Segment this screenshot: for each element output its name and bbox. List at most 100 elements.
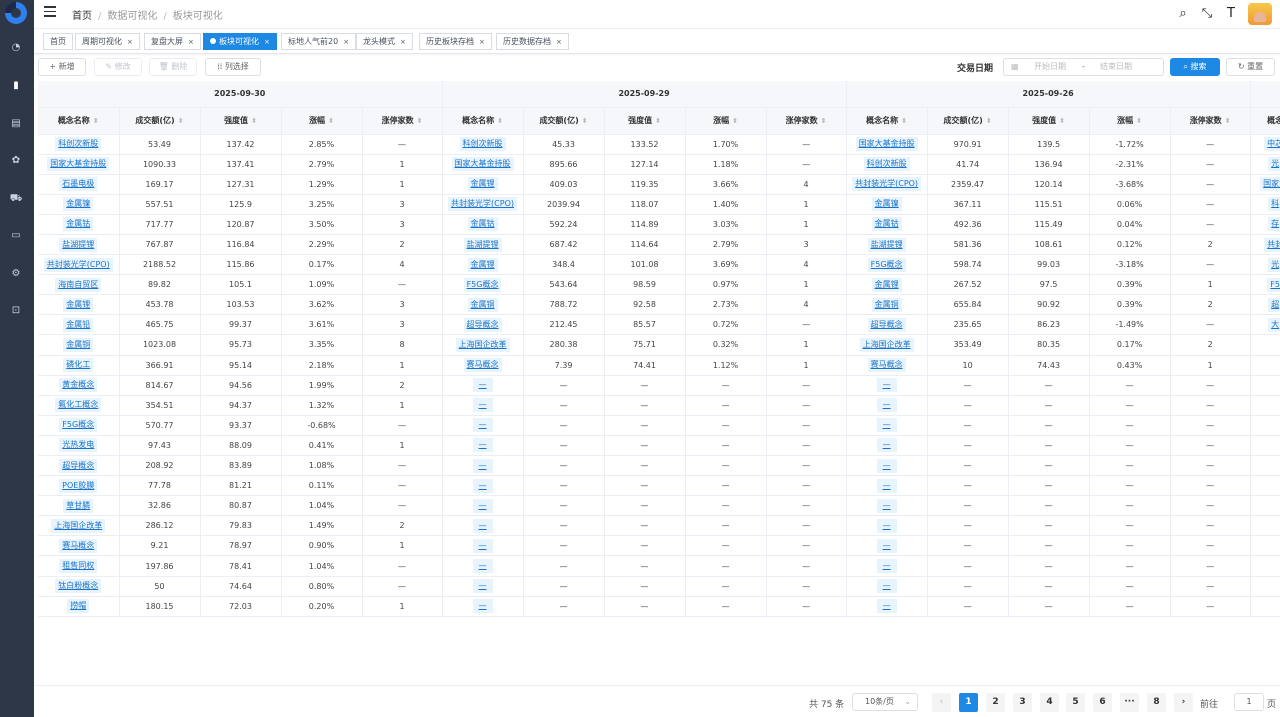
fullscreen-exit-icon[interactable]: ⤡: [1200, 7, 1214, 21]
concept-link[interactable]: 光: [1268, 257, 1280, 272]
sort-icon[interactable]: ⬍: [251, 117, 257, 125]
tab-home[interactable]: 首页: [43, 33, 73, 50]
concept-link[interactable]: 共封装光学(CPO): [43, 257, 113, 272]
page-button[interactable]: 2: [986, 693, 1005, 712]
concept-link[interactable]: 国家大基金持股: [855, 137, 918, 152]
sort-icon[interactable]: ⬍: [821, 117, 827, 125]
concept-link[interactable]: F5: [1267, 277, 1280, 292]
dashboard-icon[interactable]: ◔: [8, 40, 24, 56]
sort-icon[interactable]: ⬍: [417, 117, 423, 125]
concept-link[interactable]: 捞帽: [67, 599, 90, 614]
concept-link[interactable]: —: [472, 378, 493, 393]
tab-data-archive[interactable]: 历史数据存档 ×: [496, 33, 569, 50]
concept-link[interactable]: 磷化工: [63, 358, 94, 373]
concept-link[interactable]: —: [472, 418, 493, 433]
page-button[interactable]: 1: [959, 693, 978, 712]
concept-link[interactable]: —: [472, 599, 493, 614]
concept-link[interactable]: —: [876, 498, 897, 513]
concept-link[interactable]: 科创次新股: [459, 137, 506, 152]
concept-link[interactable]: 草甘膦: [63, 498, 94, 513]
concept-link[interactable]: 盐湖提锂: [867, 237, 906, 252]
concept-link[interactable]: —: [876, 579, 897, 594]
page-button[interactable]: 4: [1040, 693, 1059, 712]
concept-link[interactable]: 超导概念: [463, 317, 502, 332]
reset-button[interactable]: ↻ 重置: [1226, 58, 1275, 76]
settings-icon[interactable]: ✿: [8, 153, 24, 169]
concept-link[interactable]: 赛马概念: [463, 358, 502, 373]
column-header[interactable]: 涨幅 ⬍: [1089, 107, 1171, 135]
search-button[interactable]: ⌕ 搜索: [1170, 58, 1220, 76]
concept-link[interactable]: 上海国企改革: [51, 518, 106, 533]
concept-link[interactable]: 金属钴: [871, 217, 902, 232]
concept-link[interactable]: F5G概念: [463, 277, 502, 292]
concept-link[interactable]: —: [472, 458, 493, 473]
column-header[interactable]: 涨幅 ⬍: [685, 107, 767, 135]
concept-link[interactable]: —: [876, 518, 897, 533]
chart-icon[interactable]: ▮: [8, 78, 24, 94]
column-header[interactable]: 强度值 ⬍: [200, 107, 282, 135]
concept-link[interactable]: —: [472, 579, 493, 594]
column-header[interactable]: 强度值 ⬍: [1008, 107, 1090, 135]
concept-link[interactable]: —: [472, 538, 493, 553]
concept-link[interactable]: —: [472, 559, 493, 574]
sort-icon[interactable]: ⬍: [1225, 117, 1231, 125]
column-header[interactable]: 成交额(亿) ⬍: [927, 107, 1009, 135]
concept-link[interactable]: 共封: [1264, 237, 1280, 252]
concept-link[interactable]: 大: [1268, 317, 1280, 332]
start-date-input[interactable]: 开始日期: [1034, 59, 1066, 75]
concept-link[interactable]: 金属镍: [63, 197, 94, 212]
page-button[interactable]: 6: [1093, 693, 1112, 712]
concept-link[interactable]: F5G概念: [59, 418, 98, 433]
concept-link[interactable]: —: [876, 478, 897, 493]
sort-icon[interactable]: ⬍: [178, 117, 184, 125]
concept-link[interactable]: 科创次新股: [55, 137, 102, 152]
concept-link[interactable]: 赛马概念: [59, 538, 98, 553]
page-size-select[interactable]: 10条/页 ⌄: [852, 693, 918, 711]
cart-icon[interactable]: ⛟: [8, 191, 24, 207]
search-icon[interactable]: ⌕: [1176, 7, 1190, 21]
date-range-picker[interactable]: ▦ 开始日期 - 结束日期: [1003, 58, 1164, 76]
concept-link[interactable]: 共封装光学(CPO): [852, 177, 922, 192]
sort-icon[interactable]: ⬍: [582, 117, 588, 125]
concept-link[interactable]: 钛白粉概念: [55, 579, 102, 594]
avatar[interactable]: [1248, 3, 1272, 25]
concept-link[interactable]: POE胶膜: [59, 478, 98, 493]
breadcrumb-data-vis[interactable]: 数据可视化: [107, 11, 157, 22]
concept-link[interactable]: 盐湖提锂: [463, 237, 502, 252]
concept-link[interactable]: 科创次新股: [863, 157, 910, 172]
tab-sector-archive[interactable]: 历史板块存档 ×: [419, 33, 492, 50]
menu-toggle-icon[interactable]: [44, 6, 56, 20]
column-header[interactable]: 概念名称 ⬍: [38, 107, 120, 135]
concept-link[interactable]: 金属铅: [63, 317, 94, 332]
column-header[interactable]: 涨幅 ⬍: [281, 107, 363, 135]
column-header[interactable]: 强度值 ⬍: [604, 107, 686, 135]
goto-page-input[interactable]: 1: [1234, 693, 1264, 711]
concept-link[interactable]: 金属铜: [63, 337, 94, 352]
concept-link[interactable]: 金属锂: [871, 277, 902, 292]
concept-link[interactable]: 超导概念: [59, 458, 98, 473]
box-icon[interactable]: ⊡: [8, 303, 24, 319]
concept-link[interactable]: 石墨电极: [59, 177, 98, 192]
sort-icon[interactable]: ⬍: [1136, 117, 1142, 125]
breadcrumb-home[interactable]: 首页: [72, 11, 92, 22]
monitor-icon[interactable]: ▭: [8, 228, 24, 244]
concept-link[interactable]: —: [876, 438, 897, 453]
column-select-button[interactable]: ⁞⁞ 列选择: [205, 58, 261, 76]
app-logo[interactable]: [5, 2, 27, 24]
sort-icon[interactable]: ⬍: [655, 117, 661, 125]
next-page-button[interactable]: ›: [1174, 693, 1193, 712]
concept-link[interactable]: 金属锂: [467, 257, 498, 272]
column-header[interactable]: 概念名称 ⬍: [442, 107, 524, 135]
column-header[interactable]: 涨停家数 ⬍: [362, 107, 443, 135]
concept-link[interactable]: 超: [1268, 297, 1280, 312]
concept-link[interactable]: 金属钴: [63, 217, 94, 232]
concept-link[interactable]: —: [876, 599, 897, 614]
concept-link[interactable]: 金属镍: [871, 197, 902, 212]
column-header[interactable]: 涨停家数 ⬍: [766, 107, 847, 135]
column-header[interactable]: 概念名称 ⬍: [846, 107, 928, 135]
concept-link[interactable]: 金属铜: [467, 297, 498, 312]
tab-leader-mode[interactable]: 龙头模式 ×: [356, 33, 413, 50]
concept-link[interactable]: —: [876, 559, 897, 574]
tab-top20[interactable]: 标地人气前20 ×: [281, 33, 357, 50]
concept-link[interactable]: 上海国企改革: [859, 337, 914, 352]
